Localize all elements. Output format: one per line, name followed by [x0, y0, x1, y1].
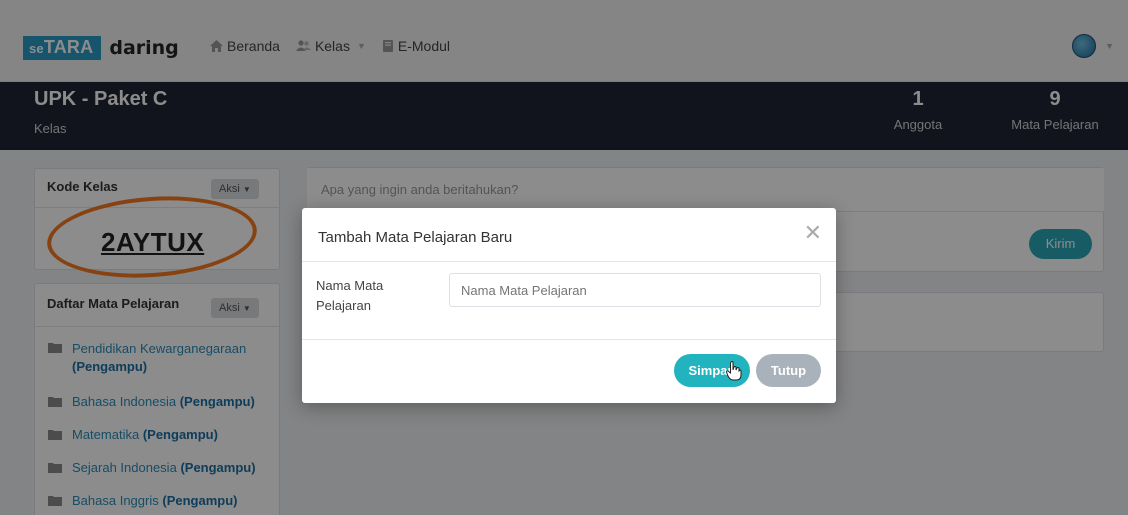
modal-divider — [302, 339, 836, 340]
subject-name-label: Nama Mata Pelajaran — [316, 276, 416, 316]
subject-name-label-line1: Nama Mata — [316, 278, 384, 293]
hand-cursor-icon — [726, 361, 742, 381]
close-button[interactable]: Tutup — [756, 354, 821, 387]
close-icon[interactable]: ✕ — [804, 222, 822, 244]
modal-title: Tambah Mata Pelajaran Baru — [318, 229, 513, 246]
subject-name-input[interactable] — [449, 273, 821, 307]
modal-divider — [302, 261, 836, 262]
add-subject-modal: Tambah Mata Pelajaran Baru ✕ Nama Mata P… — [302, 208, 836, 403]
subject-name-label-line2: Pelajaran — [316, 298, 371, 313]
